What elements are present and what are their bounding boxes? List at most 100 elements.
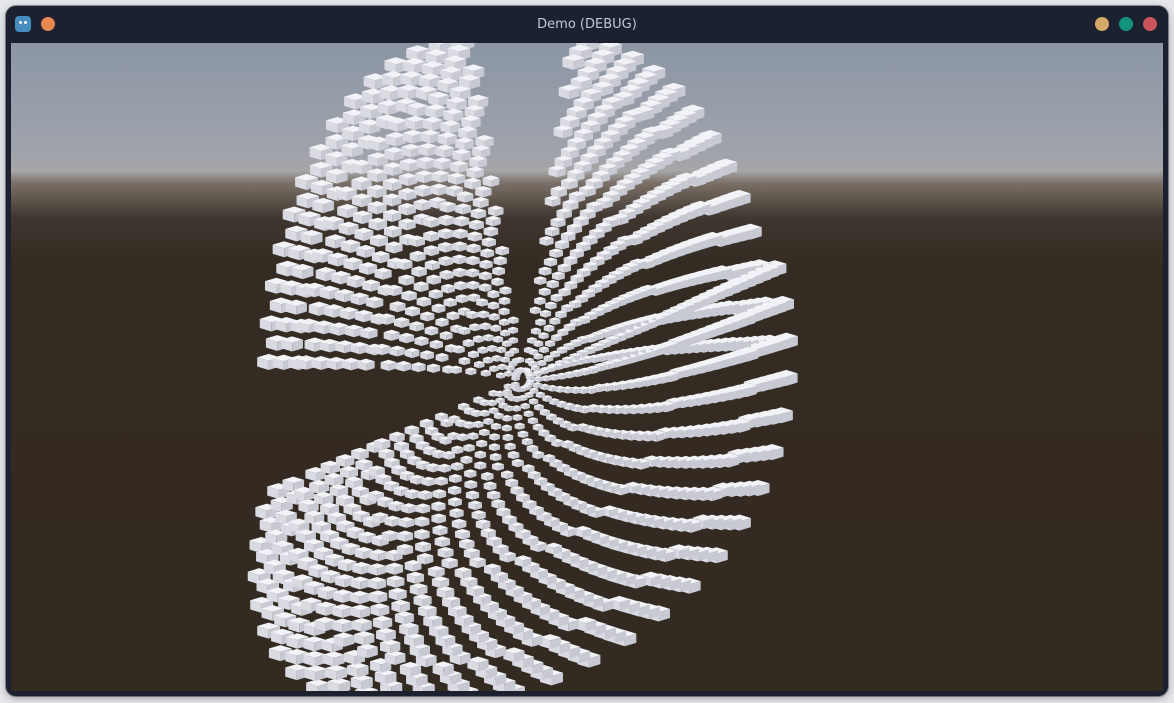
cube <box>465 490 480 500</box>
cube <box>424 325 439 336</box>
cube <box>460 455 473 464</box>
cube <box>504 442 516 451</box>
cube <box>431 513 447 524</box>
cube <box>491 277 504 287</box>
cube <box>346 662 369 678</box>
cube <box>458 126 478 140</box>
cube <box>351 618 372 632</box>
cube <box>414 184 432 197</box>
cube <box>414 528 430 540</box>
cube <box>437 132 457 146</box>
cube <box>413 198 431 211</box>
minimize-button[interactable] <box>1095 17 1109 31</box>
cube <box>478 283 492 292</box>
cube-surface-scene <box>247 43 798 691</box>
cube <box>393 317 410 328</box>
cube <box>422 116 443 131</box>
cube <box>443 297 457 308</box>
cube <box>455 203 472 215</box>
cube <box>503 388 512 395</box>
cube <box>435 352 449 362</box>
cube <box>398 172 418 186</box>
cube <box>357 643 378 659</box>
cube <box>471 510 486 520</box>
cube <box>409 321 424 332</box>
cube <box>397 530 414 542</box>
cube <box>491 354 502 362</box>
cube <box>475 134 494 148</box>
cube <box>420 350 434 360</box>
maximize-button[interactable] <box>1119 17 1133 31</box>
cube <box>448 172 466 185</box>
cube <box>483 334 494 342</box>
cube <box>370 603 390 617</box>
cube <box>447 485 462 496</box>
cube <box>426 274 442 285</box>
cube <box>452 267 467 278</box>
cube <box>431 303 446 314</box>
cube <box>402 129 423 144</box>
cube <box>426 463 440 473</box>
cube <box>544 226 560 237</box>
cube <box>540 309 552 318</box>
cube <box>383 329 400 341</box>
cube <box>449 365 462 374</box>
cube <box>475 519 491 530</box>
window-title: Demo (DEBUG) <box>537 17 637 32</box>
cube <box>455 137 474 151</box>
title-bar[interactable]: Demo (DEBUG) <box>6 6 1168 43</box>
cube <box>562 54 585 70</box>
cube <box>543 257 558 267</box>
cube <box>544 195 561 207</box>
cube <box>404 425 420 436</box>
cube <box>415 541 431 553</box>
cube <box>467 231 483 242</box>
cube <box>504 370 514 377</box>
cube <box>372 615 393 630</box>
cube <box>498 318 510 326</box>
cube <box>404 347 420 359</box>
cube <box>533 353 543 360</box>
cube <box>481 237 496 248</box>
cube <box>534 296 546 305</box>
cube <box>520 402 530 410</box>
cube <box>387 117 408 132</box>
cube <box>476 439 488 448</box>
cube <box>350 604 371 619</box>
cube <box>440 120 460 134</box>
cube <box>357 358 375 371</box>
cube <box>413 281 429 292</box>
cube <box>487 344 498 353</box>
cube <box>406 571 425 584</box>
cube <box>391 599 410 613</box>
game-viewport[interactable] <box>11 43 1163 691</box>
cube <box>510 485 524 496</box>
cube <box>396 258 413 270</box>
cube <box>453 215 470 227</box>
app-window: Demo (DEBUG) <box>6 6 1168 696</box>
cube <box>491 462 504 471</box>
cube <box>492 266 506 276</box>
cube <box>435 144 455 158</box>
cube <box>423 245 440 257</box>
cube <box>420 129 440 144</box>
close-button[interactable] <box>1143 17 1157 31</box>
cube <box>452 241 467 252</box>
window-menu-button[interactable] <box>41 17 55 31</box>
cube <box>384 147 405 161</box>
cube <box>489 433 500 441</box>
cube <box>511 458 524 468</box>
cube <box>416 296 432 307</box>
cube <box>439 201 456 213</box>
cube <box>529 306 541 315</box>
cube <box>300 229 323 246</box>
cube <box>466 280 480 290</box>
cube <box>327 677 351 691</box>
cube <box>527 417 539 425</box>
cube <box>479 259 493 270</box>
cube <box>413 594 432 607</box>
cube <box>398 517 415 528</box>
cube <box>498 307 510 316</box>
cube <box>374 343 391 356</box>
cube <box>498 296 511 305</box>
